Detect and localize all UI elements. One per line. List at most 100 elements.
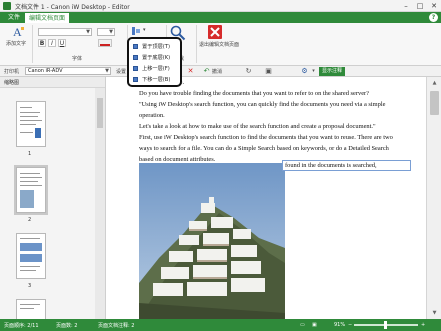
page-image: [20, 254, 42, 262]
text-line: [20, 304, 40, 305]
zoom-slider-knob[interactable]: [384, 321, 387, 329]
text-line: [20, 132, 33, 133]
doc-line: "Using iW Desktop's search function, you…: [139, 101, 386, 108]
doc-line: Let's take a look at how to make use of …: [139, 123, 376, 130]
font-color-icon: [100, 44, 110, 46]
doc-line: operation.: [139, 112, 165, 119]
thumbnail-header-label: 缩略图: [4, 80, 20, 86]
exit-edit-button[interactable]: 退出编辑文档页面: [199, 25, 239, 51]
menu-item-bring-to-front[interactable]: 置于顶层(T): [133, 42, 181, 51]
page-status: 页面顺序: 2/11: [4, 323, 39, 329]
bring-forward-icon: [133, 66, 138, 71]
doc-line: ways to search for a file. You can do a …: [139, 145, 389, 152]
tab-file[interactable]: 文件: [4, 12, 24, 23]
chevron-down-icon: ▼: [86, 29, 90, 35]
underline-button[interactable]: U: [58, 39, 66, 47]
ribbon: A 添加文字 ▼ ▼ B I U 字体 ▾ 查找: [0, 23, 441, 66]
close-red-icon: [208, 25, 222, 39]
text-line: [20, 270, 36, 271]
scroll-down-icon[interactable]: ▼: [430, 309, 439, 317]
page-number: 1: [28, 151, 32, 157]
zoom-out-icon[interactable]: −: [348, 322, 352, 328]
rotate-icon[interactable]: ↻: [244, 67, 253, 76]
chevron-down-icon: ▾: [312, 68, 315, 74]
page-thumbnail[interactable]: [16, 233, 46, 279]
window-title: 文档文件 1 - Canon iW Desktop - Editor: [15, 4, 130, 11]
show-annotations-button[interactable]: 显示注释: [319, 67, 346, 76]
text-line: [20, 120, 42, 121]
tab-edit-document-page[interactable]: 编辑文档页面: [24, 12, 71, 23]
printer-select[interactable]: Canon iR-ADV ▼: [25, 67, 111, 75]
doc-line: First, use iW Desktop's search function …: [139, 134, 393, 141]
text-line: [20, 308, 34, 309]
arrange-icon: [132, 27, 140, 35]
font-color-button[interactable]: [98, 39, 112, 47]
app-icon: [3, 2, 11, 10]
close-button[interactable]: ✕: [427, 0, 441, 12]
title-bar: 文档文件 1 - Canon iW Desktop - Editor – □ ✕: [0, 0, 441, 12]
minimize-button[interactable]: –: [399, 0, 413, 12]
fit-page-icon[interactable]: ▣: [312, 322, 317, 328]
printer-label: 打印机: [4, 69, 20, 75]
status-bar: 页面顺序: 2/11 页面数: 2 页面文档注释: 2 ▭ ▣ 91% − +: [0, 319, 441, 331]
text-line: [20, 181, 38, 182]
page-count-status: 页面数: 2: [56, 323, 78, 329]
menu-item-bring-forward[interactable]: 上移一层(F): [133, 64, 181, 73]
menu-item-send-backward[interactable]: 下移一层(B): [133, 75, 181, 84]
scroll-up-icon[interactable]: ▲: [430, 79, 439, 87]
document-photo[interactable]: [139, 163, 285, 319]
zoom-slider[interactable]: [354, 321, 418, 329]
printer-value: Canon iR-ADV: [28, 68, 63, 74]
undo-label: 撤消: [212, 69, 223, 75]
text-line: [20, 177, 42, 178]
scrollbar-thumb[interactable]: [97, 98, 103, 128]
maximize-button[interactable]: □: [413, 0, 427, 12]
undo-icon[interactable]: ↶: [202, 67, 211, 76]
fit-page-icon[interactable]: ▣: [264, 67, 273, 76]
ribbon-separator: [32, 25, 33, 63]
page-image: [35, 128, 41, 138]
fit-width-icon[interactable]: ▭: [300, 322, 305, 328]
add-text-button[interactable]: A 添加文字: [4, 25, 30, 51]
page-number: 3: [28, 283, 32, 289]
scrollbar-thumb[interactable]: [430, 91, 439, 115]
thumbnail-scrollbar[interactable]: [95, 88, 105, 319]
annotation-status: 页面文档注释: 2: [98, 323, 135, 329]
page-thumbnail[interactable]: [16, 299, 46, 319]
arrange-button[interactable]: ▾: [131, 25, 161, 37]
page-thumbnail[interactable]: [16, 101, 46, 147]
bold-button[interactable]: B: [38, 39, 46, 47]
zoom-in-icon[interactable]: +: [421, 322, 425, 328]
annotation-textbox[interactable]: found in the documents is searched,: [282, 160, 411, 171]
ribbon-tabs: 文件 编辑文档页面 ?: [0, 12, 441, 23]
chevron-down-icon: ▾: [143, 27, 146, 33]
chevron-down-icon: ▼: [105, 68, 109, 74]
text-line: [20, 266, 40, 267]
text-line: [20, 173, 40, 174]
font-size-combo[interactable]: ▼: [97, 28, 115, 36]
annotation-text: found in the documents is searched,: [285, 162, 377, 169]
page-image: [20, 243, 42, 251]
help-icon[interactable]: ?: [429, 13, 438, 22]
menu-item-label: 置于顶层(T): [142, 44, 170, 50]
settings-icon[interactable]: ⚙: [300, 67, 309, 76]
zoom-level: 91%: [334, 322, 346, 328]
svg-text:A: A: [13, 25, 22, 39]
text-line: [20, 124, 36, 125]
text-line: [20, 185, 42, 186]
thumbnail-panel: 缩略图 1 2 3: [0, 77, 106, 319]
font-name-combo[interactable]: ▼: [38, 28, 92, 36]
text-line: [20, 238, 40, 239]
document-scrollbar[interactable]: ▲ ▼: [426, 77, 441, 319]
italic-button[interactable]: I: [48, 39, 56, 47]
exit-edit-label: 退出编辑文档页面: [199, 42, 240, 48]
village-photo: [139, 163, 285, 319]
delete-icon[interactable]: ✕: [186, 67, 195, 76]
font-group-label: 字体: [72, 56, 83, 62]
text-line: [20, 107, 32, 108]
page-thumbnail-selected[interactable]: [14, 165, 48, 215]
chevron-down-icon: ▼: [109, 29, 113, 35]
sub-toolbar: 打印机 Canon iR-ADV ▼ 设置 ✎ ▤ ✐ ✕ ↶ 撤消 ↻ ▣ ⚙…: [0, 66, 441, 77]
menu-item-send-to-back[interactable]: 置于底层(K): [133, 53, 181, 62]
add-text-icon: A: [13, 25, 24, 39]
